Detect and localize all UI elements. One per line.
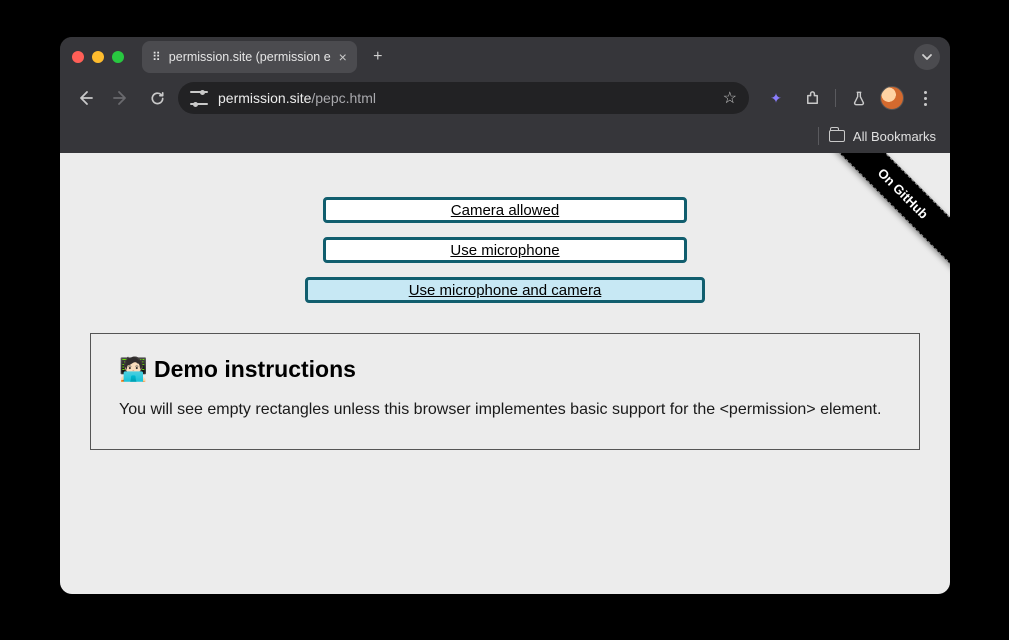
nav-back-button[interactable] [70, 83, 100, 113]
bookmark-star-icon[interactable]: ☆ [723, 88, 737, 108]
mic-and-camera-permission-label: Use microphone and camera [409, 282, 602, 299]
browser-tab[interactable]: ⠿ permission.site (permission e × [142, 41, 357, 73]
chrome-menu-button[interactable] [910, 83, 940, 113]
window-traffic-lights [72, 51, 124, 63]
bookmarks-bar: All Bookmarks [60, 119, 950, 153]
bookmarks-separator [818, 127, 819, 145]
demo-instructions-box: 🧑🏻‍💻 Demo instructions You will see empt… [90, 333, 920, 450]
mic-and-camera-permission-button[interactable]: Use microphone and camera [305, 277, 705, 303]
nav-reload-button[interactable] [142, 83, 172, 113]
permission-buttons: Camera allowed Use microphone Use microp… [60, 197, 950, 303]
window-close-button[interactable] [72, 51, 84, 63]
window-minimize-button[interactable] [92, 51, 104, 63]
tab-search-button[interactable] [914, 44, 940, 70]
chevron-down-icon [921, 51, 933, 63]
browser-window: ⠿ permission.site (permission e × + perm… [60, 37, 950, 594]
url-host: permission.site [218, 90, 311, 106]
camera-permission-label: Camera allowed [451, 202, 559, 219]
all-bookmarks-label: All Bookmarks [853, 129, 936, 144]
nav-forward-button[interactable] [106, 83, 136, 113]
arrow-left-icon [76, 89, 94, 107]
site-settings-icon[interactable] [190, 91, 208, 105]
instructions-heading: 🧑🏻‍💻 Demo instructions [119, 356, 891, 383]
camera-permission-button[interactable]: Camera allowed [323, 197, 687, 223]
labs-button[interactable] [844, 83, 874, 113]
ai-sparkle-button[interactable]: ✦ [761, 83, 791, 113]
microphone-permission-button[interactable]: Use microphone [323, 237, 687, 263]
url-path: /pepc.html [311, 90, 376, 106]
puzzle-icon [804, 90, 821, 107]
window-zoom-button[interactable] [112, 51, 124, 63]
reload-icon [149, 90, 166, 107]
toolbar-separator [835, 89, 836, 107]
instructions-body: You will see empty rectangles unless thi… [119, 399, 891, 421]
toolbar-right-actions: ✦ [761, 83, 940, 113]
tab-favicon-icon: ⠿ [152, 50, 161, 64]
tab-close-icon[interactable]: × [339, 49, 347, 65]
flask-icon [851, 90, 867, 107]
all-bookmarks-button[interactable]: All Bookmarks [829, 129, 936, 144]
folder-icon [829, 130, 845, 142]
extensions-button[interactable] [797, 83, 827, 113]
kebab-icon [924, 91, 927, 106]
tab-title: permission.site (permission e [169, 50, 331, 64]
new-tab-button[interactable]: + [365, 44, 391, 70]
page-content: On GitHub Camera allowed Use microphone … [60, 153, 950, 594]
url-text: permission.site/pepc.html [218, 90, 376, 106]
window-titlebar: ⠿ permission.site (permission e × + [60, 37, 950, 77]
browser-toolbar: permission.site/pepc.html ☆ ✦ [60, 77, 950, 119]
profile-avatar[interactable] [880, 86, 904, 110]
sparkle-icon: ✦ [770, 90, 782, 107]
microphone-permission-label: Use microphone [450, 242, 559, 259]
url-bar[interactable]: permission.site/pepc.html ☆ [178, 82, 749, 114]
arrow-right-icon [112, 89, 130, 107]
